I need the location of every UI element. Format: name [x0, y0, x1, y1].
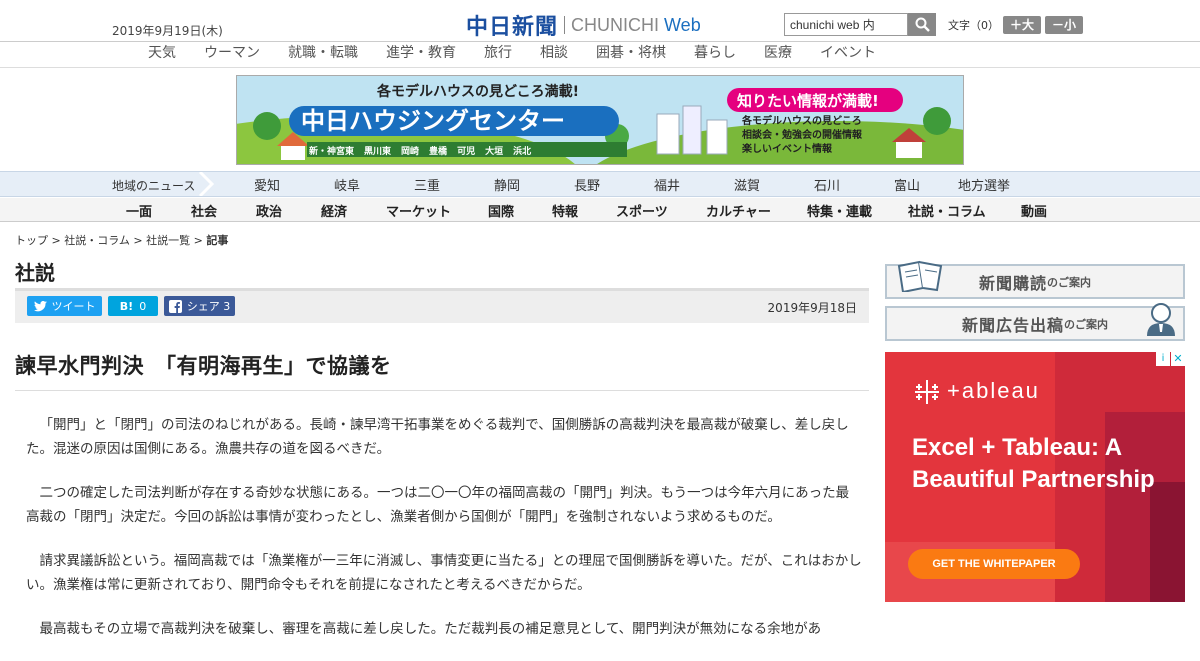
topnav-living[interactable]: 暮らし — [694, 42, 736, 67]
topnav-medical[interactable]: 医療 — [764, 42, 792, 67]
topnav-go-shogi[interactable]: 囲碁・将棋 — [596, 42, 666, 67]
cat-culture[interactable]: カルチャー — [706, 201, 771, 220]
hatena-bookmark-button[interactable]: B! 0 — [108, 296, 158, 316]
cat-front-page[interactable]: 一面 — [126, 201, 152, 220]
region-mie[interactable]: 三重 — [414, 175, 440, 194]
cat-editorials[interactable]: 社説・コラム — [908, 201, 986, 220]
cat-international[interactable]: 国際 — [488, 201, 514, 220]
region-nav-label: 地域のニュース — [112, 179, 196, 193]
top-nav: 天気 ウーマン 就職・転職 進学・教育 旅行 相談 囲碁・将棋 暮らし 医療 イ… — [0, 42, 1200, 68]
breadcrumb: トップ > 社説・コラム > 社説一覧 > 記事 — [15, 234, 229, 247]
facebook-count: 3 — [223, 299, 231, 313]
tweet-button[interactable]: ツイート — [27, 296, 102, 316]
cat-economy[interactable]: 経済 — [321, 201, 347, 220]
chevron-right-icon — [198, 172, 215, 196]
ad-cta-button[interactable]: GET THE WHITEPAPER — [908, 549, 1080, 579]
headline-divider — [15, 390, 869, 391]
topnav-woman[interactable]: ウーマン — [204, 42, 260, 67]
font-size-control: 文字（0） ＋大 －小 — [948, 16, 1083, 34]
region-aichi[interactable]: 愛知 — [254, 175, 280, 194]
region-toyama[interactable]: 富山 — [894, 175, 920, 194]
site-header: 2019年9月19日(木) 中日新聞 CHUNICHI Web 文字（0） ＋大… — [0, 0, 1200, 42]
region-local-elections[interactable]: 地方選挙 — [958, 175, 1010, 194]
article-paragraph: 二つの確定した司法判断が存在する奇妙な状態にある。一つは二〇一〇年の福岡高裁の「… — [26, 485, 850, 525]
cat-politics[interactable]: 政治 — [256, 201, 282, 220]
article-body: 「開門」と「閉門」の司法のねじれがある。長崎・諫早湾干拓事業をめぐる裁判で、国側… — [26, 413, 862, 661]
svg-text:各モデルハウスの見どころ: 各モデルハウスの見どころ — [741, 114, 862, 127]
region-nav: 地域のニュース 愛知 岐阜 三重 静岡 長野 福井 滋賀 石川 富山 地方選挙 — [0, 171, 1200, 197]
svg-text:各モデルハウスの見どころ満載!: 各モデルハウスの見どころ満載! — [376, 83, 579, 100]
cat-features[interactable]: 特集・連載 — [807, 201, 872, 220]
facebook-share-button[interactable]: シェア 3 — [164, 296, 235, 316]
font-smaller-button[interactable]: －小 — [1045, 16, 1083, 34]
svg-text:楽しいイベント情報: 楽しいイベント情報 — [741, 142, 833, 155]
site-search — [784, 13, 936, 36]
category-nav: 一面 社会 政治 経済 マーケット 国際 特報 スポーツ カルチャー 特集・連載… — [0, 198, 1200, 222]
region-fukui[interactable]: 福井 — [654, 175, 680, 194]
topnav-education[interactable]: 進学・教育 — [386, 42, 456, 67]
breadcrumb-editorials[interactable]: 社説・コラム — [64, 234, 130, 247]
topnav-weather[interactable]: 天気 — [148, 42, 176, 67]
section-title: 社説 — [15, 261, 55, 285]
svg-text:知りたい情報が満載!: 知りたい情報が満載! — [737, 92, 879, 110]
svg-text:相談会・勉強会の開催情報: 相談会・勉強会の開催情報 — [742, 128, 863, 141]
cat-society[interactable]: 社会 — [191, 201, 217, 220]
topnav-jobs[interactable]: 就職・転職 — [288, 42, 358, 67]
ad-headline: Excel + Tableau: A Beautiful Partnership — [912, 434, 1155, 493]
region-ishikawa[interactable]: 石川 — [814, 175, 840, 194]
article-paragraph: 請求異議訴訟という。福岡高裁では「漁業権が一三年に消滅し、事情変更に当たる」との… — [26, 553, 862, 593]
breadcrumb-current: 記事 — [206, 234, 229, 247]
hatena-icon: B! — [119, 299, 134, 313]
share-bar: ツイート B! 0 シェア 3 2019年9月18日 — [15, 288, 869, 323]
region-nagano[interactable]: 長野 — [574, 175, 600, 194]
ad-choices[interactable]: i ✕ — [1156, 352, 1185, 366]
region-gifu[interactable]: 岐阜 — [334, 175, 360, 194]
logo-web: Web — [664, 14, 701, 35]
tableau-ad[interactable]: i ✕ +ableau Excel + Tableau: A Beautiful… — [885, 352, 1185, 602]
font-bigger-button[interactable]: ＋大 — [1003, 16, 1041, 34]
search-input[interactable] — [784, 13, 908, 36]
region-shiga[interactable]: 滋賀 — [734, 175, 760, 194]
hatena-count: 0 — [139, 299, 147, 313]
search-icon — [915, 17, 930, 32]
ad-info-icon[interactable]: i — [1156, 352, 1170, 366]
advertise-banner[interactable]: 新聞広告出稿 のご案内 — [885, 303, 1185, 341]
banner-graphic: 各モデルハウスの見どころ満載! 中日ハウジングセンター 新・神宮東 黒川東 岡崎 豊橋… — [237, 76, 963, 164]
person-icon — [1147, 303, 1175, 336]
topnav-advice[interactable]: 相談 — [540, 42, 568, 67]
svg-text:中日ハウジングセンター: 中日ハウジングセンター — [301, 107, 565, 135]
cat-market[interactable]: マーケット — [386, 201, 451, 220]
cat-sports[interactable]: スポーツ — [616, 201, 668, 220]
twitter-icon — [33, 300, 47, 311]
site-logo[interactable]: 中日新聞 CHUNICHI Web — [466, 9, 701, 41]
region-shizuoka[interactable]: 静岡 — [494, 175, 520, 194]
cat-special-report[interactable]: 特報 — [552, 201, 578, 220]
article-headline: 諫早水門判決 「有明海再生」で協議を — [15, 354, 392, 378]
search-button[interactable] — [908, 13, 936, 36]
topnav-travel[interactable]: 旅行 — [484, 42, 512, 67]
article-paragraph: 最高裁もその立場で高裁判決を破棄し、審理を高裁に差し戻した。ただ裁判長の補足意見… — [39, 621, 822, 637]
newspaper-icon — [897, 260, 943, 292]
subscribe-banner[interactable]: 新聞購読 のご案内 — [885, 260, 1185, 299]
publish-date: 2019年9月18日 — [767, 301, 857, 315]
ad-brand: +ableau — [947, 378, 1040, 403]
ad-close-icon[interactable]: ✕ — [1171, 352, 1185, 366]
breadcrumb-top[interactable]: トップ — [15, 234, 48, 247]
font-size-label: 文字（0） — [948, 19, 999, 32]
topnav-events[interactable]: イベント — [820, 42, 876, 67]
current-date: 2019年9月19日(木) — [112, 24, 223, 38]
article-paragraph: 「開門」と「閉門」の司法のねじれがある。長崎・諫早湾干拓事業をめぐる裁判で、国側… — [26, 417, 849, 457]
facebook-icon — [168, 299, 182, 313]
tableau-logo-icon — [915, 380, 939, 404]
housing-center-banner[interactable]: 各モデルハウスの見どころ満載! 中日ハウジングセンター 新・神宮東 黒川東 岡崎 豊橋… — [236, 75, 964, 165]
breadcrumb-editorial-list[interactable]: 社説一覧 — [146, 234, 190, 247]
logo-kanji: 中日新聞 — [466, 14, 559, 40]
logo-divider — [564, 16, 566, 34]
logo-english: CHUNICHI — [571, 14, 660, 35]
cat-video[interactable]: 動画 — [1021, 201, 1047, 220]
